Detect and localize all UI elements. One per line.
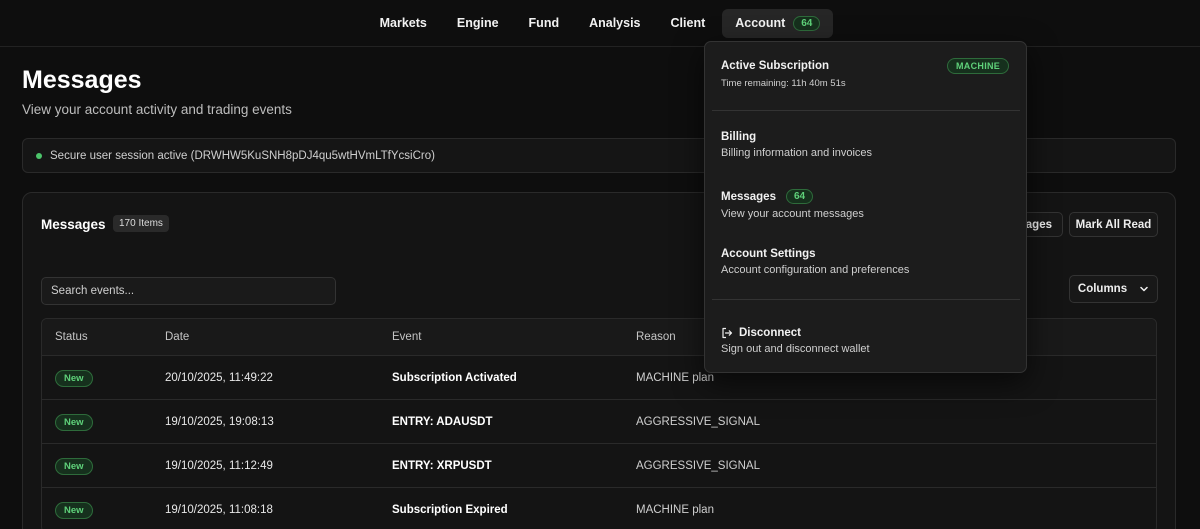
account-badge: 64 <box>793 15 821 31</box>
reason-cell: MACHINE plan <box>636 503 714 516</box>
chevron-down-icon <box>1140 286 1148 292</box>
status-cell: New <box>42 413 152 431</box>
date-cell: 20/10/2025, 11:49:22 <box>165 371 273 384</box>
status-cell: New <box>42 369 152 387</box>
event-cell: ENTRY: ADAUSDT <box>392 415 493 428</box>
status-badge: New <box>55 457 93 475</box>
header-event[interactable]: Event <box>379 331 623 343</box>
status-cell: New <box>42 457 152 475</box>
time-remaining: Time remaining: 11h 40m 51s <box>721 78 846 89</box>
reason-cell: AGGRESSIVE_SIGNAL <box>636 415 760 428</box>
menu-item-account-settings[interactable]: Account Settings Account configuration a… <box>721 248 909 276</box>
messages-title-row: Messages 64 <box>721 189 864 204</box>
columns-button[interactable]: Columns <box>1069 275 1158 303</box>
disconnect-title: Disconnect <box>739 327 801 339</box>
account-dropdown-menu: Active Subscription Time remaining: 11h … <box>704 41 1027 373</box>
status-badge: New <box>55 501 93 519</box>
date-cell: 19/10/2025, 19:08:13 <box>165 415 274 428</box>
header-status[interactable]: Status <box>42 331 152 343</box>
table-row[interactable]: New 19/10/2025, 19:08:13 ENTRY: ADAUSDT … <box>42 400 1156 444</box>
nav-engine[interactable]: Engine <box>444 9 512 37</box>
date-cell: 19/10/2025, 11:12:49 <box>165 459 273 472</box>
settings-desc: Account configuration and preferences <box>721 264 910 276</box>
event-cell: ENTRY: XRPUSDT <box>392 459 492 472</box>
menu-divider <box>712 299 1020 300</box>
nav-list: Markets Engine Fund Analysis Client Acco… <box>367 8 834 38</box>
card-title: Messages <box>41 217 106 232</box>
columns-label: Columns <box>1077 283 1128 295</box>
nav-fund[interactable]: Fund <box>516 9 573 37</box>
page-subtitle: View your account activity and trading e… <box>22 102 292 117</box>
settings-title: Account Settings <box>721 248 816 260</box>
status-badge: New <box>55 369 93 387</box>
disconnect-title-row: Disconnect <box>721 327 870 339</box>
nav-account-label: Account <box>735 16 786 30</box>
page-title: Messages <box>22 66 142 94</box>
billing-desc: Billing information and invoices <box>721 147 873 159</box>
subscription-title: Active Subscription <box>721 60 829 72</box>
reason-cell: AGGRESSIVE_SIGNAL <box>636 459 760 472</box>
logout-icon <box>722 327 733 339</box>
reason-cell: MACHINE plan <box>636 371 714 384</box>
mark-all-read-button[interactable]: Mark All Read <box>1069 212 1158 237</box>
status-cell: New <box>42 501 152 519</box>
active-subscription-item[interactable]: Active Subscription Time remaining: 11h … <box>721 60 846 89</box>
status-badge: New <box>55 413 93 431</box>
items-count-badge: 170 Items <box>113 215 169 232</box>
messages-badge: 64 <box>785 189 814 204</box>
header-reason[interactable]: Reason <box>623 331 676 343</box>
plan-badge: MACHINE <box>947 58 1010 74</box>
billing-title: Billing <box>721 131 757 143</box>
top-nav: Markets Engine Fund Analysis Client Acco… <box>0 0 1200 47</box>
header-date[interactable]: Date <box>152 331 379 343</box>
menu-divider <box>712 110 1020 111</box>
session-text: Secure user session active (DRWHW5KuSNH8… <box>50 149 435 162</box>
nav-account[interactable]: Account 64 <box>722 8 834 38</box>
status-dot-icon <box>36 152 42 159</box>
messages-desc: View your account messages <box>721 208 864 220</box>
messages-title: Messages <box>721 190 776 203</box>
table-row[interactable]: New 19/10/2025, 11:12:49 ENTRY: XRPUSDT … <box>42 444 1156 488</box>
search-input[interactable] <box>41 277 336 305</box>
table-row[interactable]: New 19/10/2025, 11:08:18 Subscription Ex… <box>42 488 1156 529</box>
date-cell: 19/10/2025, 11:08:18 <box>165 503 273 516</box>
disconnect-desc: Sign out and disconnect wallet <box>721 343 870 355</box>
menu-item-messages[interactable]: Messages 64 View your account messages <box>721 189 864 220</box>
menu-item-billing[interactable]: Billing Billing information and invoices <box>721 131 872 159</box>
nav-client[interactable]: Client <box>658 9 719 37</box>
nav-analysis[interactable]: Analysis <box>576 9 653 37</box>
event-cell: Subscription Expired <box>392 503 508 516</box>
event-cell: Subscription Activated <box>392 371 517 384</box>
menu-item-disconnect[interactable]: Disconnect Sign out and disconnect walle… <box>721 327 870 355</box>
nav-markets[interactable]: Markets <box>367 9 440 37</box>
